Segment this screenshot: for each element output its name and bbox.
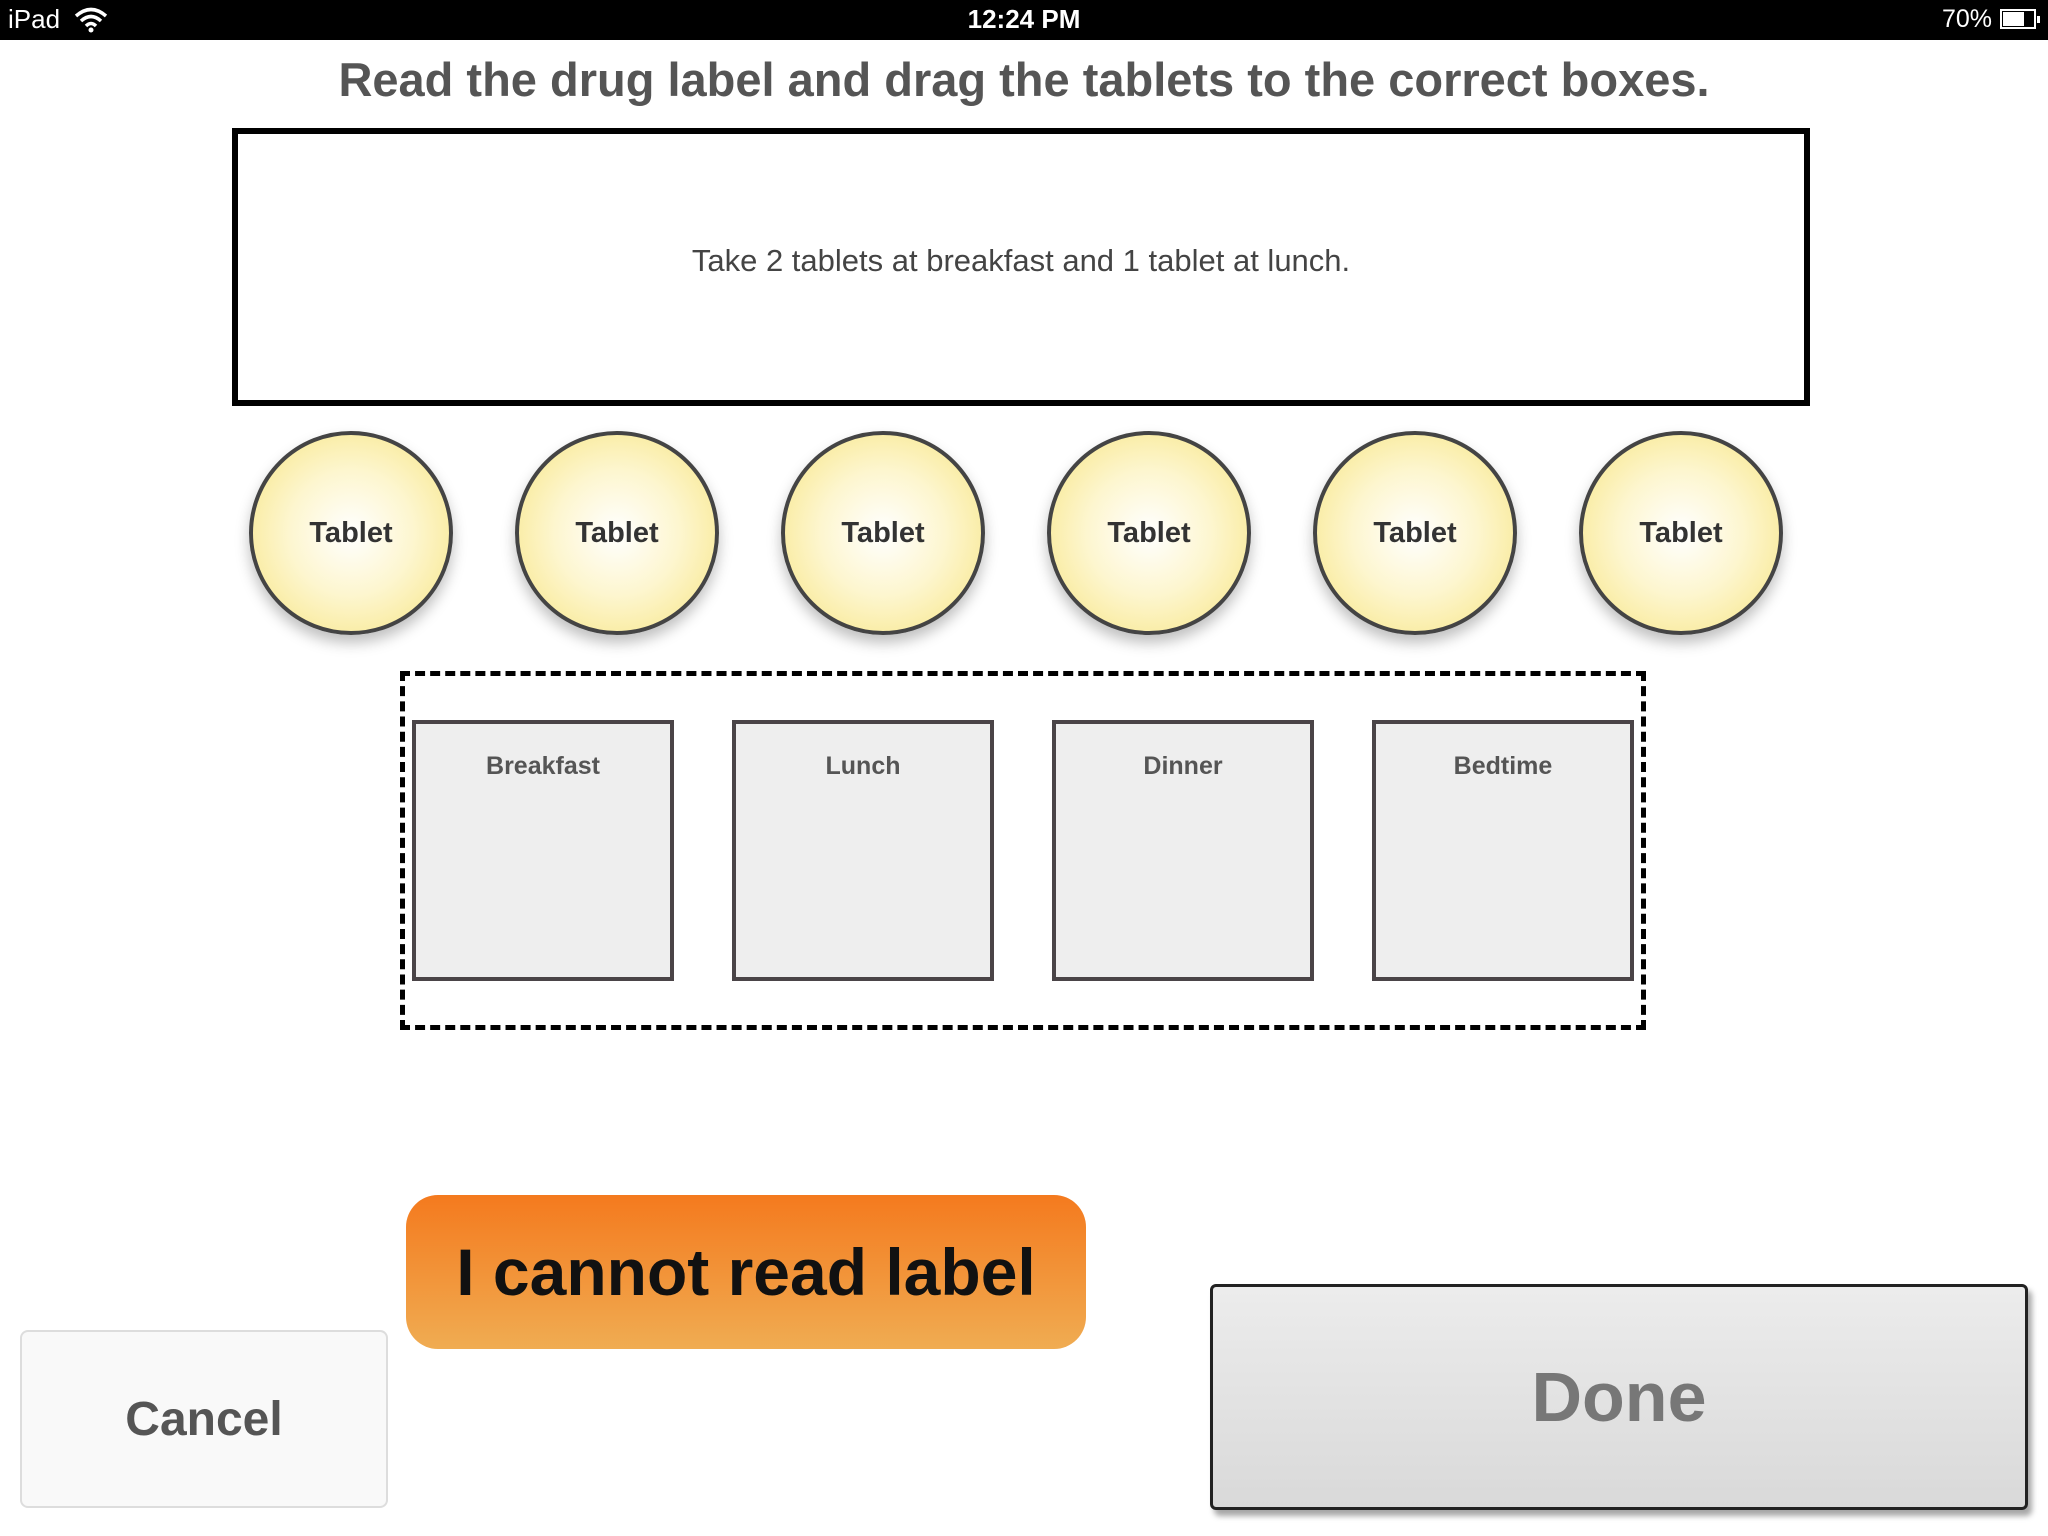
tablet-label: Tablet: [1639, 516, 1723, 549]
slot-dinner[interactable]: Dinner: [1052, 720, 1314, 981]
drug-label-text: Take 2 tablets at breakfast and 1 tablet…: [691, 243, 1351, 278]
slot-label: Lunch: [825, 752, 901, 780]
battery-icon: [2000, 9, 2040, 29]
tablet[interactable]: Tablet: [1047, 431, 1251, 635]
drug-label: Take 2 tablets at breakfast and 1 tablet…: [232, 128, 1810, 406]
cancel-label: Cancel: [125, 1392, 283, 1446]
tablet[interactable]: Tablet: [249, 431, 453, 635]
cannot-read-label-button[interactable]: I cannot read label: [406, 1195, 1086, 1349]
tablet[interactable]: Tablet: [781, 431, 985, 635]
slot-breakfast[interactable]: Breakfast: [412, 720, 674, 981]
slot-label: Dinner: [1143, 752, 1223, 780]
clock: 12:24 PM: [967, 4, 1081, 34]
battery-level: [2003, 12, 2024, 26]
slot-label: Breakfast: [486, 752, 600, 780]
done-button[interactable]: Done: [1210, 1284, 2028, 1510]
tablet-label: Tablet: [575, 516, 659, 549]
tablet-label: Tablet: [309, 516, 393, 549]
tablet-label: Tablet: [1107, 516, 1191, 549]
done-label: Done: [1531, 1358, 1707, 1436]
tablet[interactable]: Tablet: [1313, 431, 1517, 635]
slot-label: Bedtime: [1453, 752, 1553, 780]
instruction-heading: Read the drug label and drag the tablets…: [338, 53, 1710, 106]
slot-lunch[interactable]: Lunch: [732, 720, 994, 981]
slot-bedtime[interactable]: Bedtime: [1372, 720, 1634, 981]
tablet-label: Tablet: [1373, 516, 1457, 549]
cannot-read-label-text: I cannot read label: [456, 1235, 1036, 1309]
tablet[interactable]: Tablet: [515, 431, 719, 635]
tablet-label: Tablet: [841, 516, 925, 549]
status-bar: iPad 12:24 PM 70%: [0, 0, 2048, 40]
battery-percent: 70%: [1941, 5, 1992, 33]
cancel-button[interactable]: Cancel: [20, 1330, 388, 1508]
tablet[interactable]: Tablet: [1579, 431, 1783, 635]
